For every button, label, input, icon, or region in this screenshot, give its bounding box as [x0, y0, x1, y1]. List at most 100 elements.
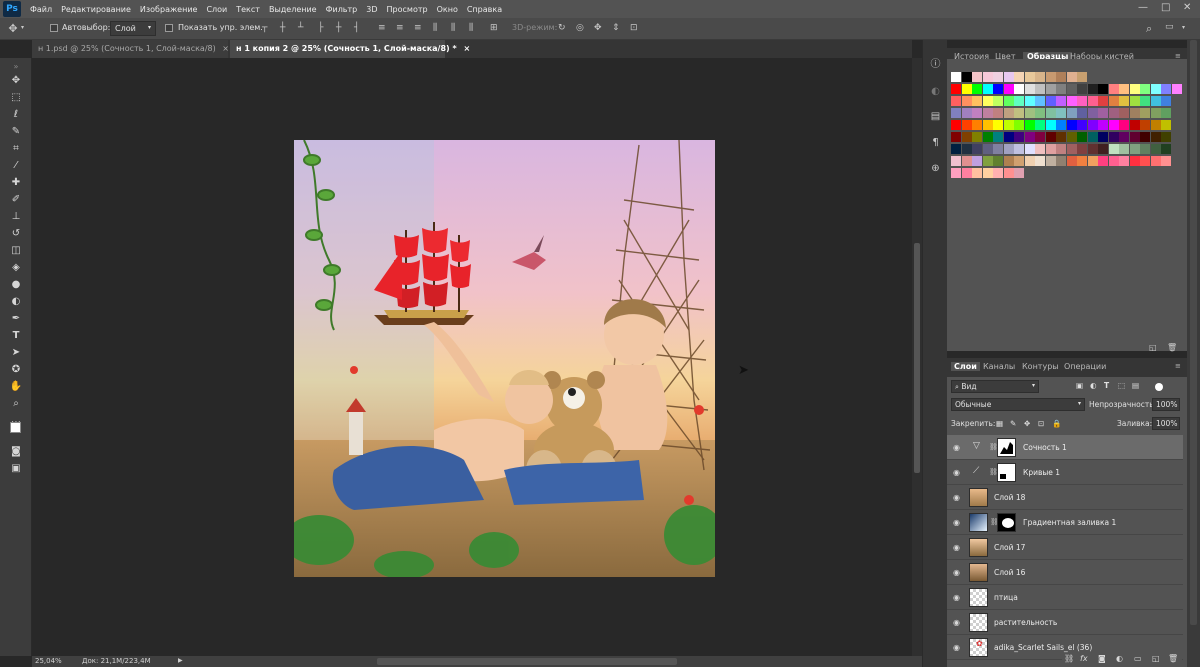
- color-swatch[interactable]: [1066, 120, 1077, 130]
- paragraph-icon[interactable]: ¶: [929, 136, 942, 149]
- status-menu-arrow-icon[interactable]: ▶: [178, 657, 183, 664]
- layer-thumbnail[interactable]: [969, 538, 988, 557]
- layer-row[interactable]: ◉ ⟋ ⛓ Кривые 1: [947, 460, 1183, 485]
- color-swatch[interactable]: [1077, 144, 1087, 154]
- color-swatch[interactable]: [1003, 84, 1014, 94]
- color-swatch[interactable]: [1066, 132, 1077, 142]
- lock-artboard-icon[interactable]: ⊡: [1038, 419, 1044, 428]
- color-swatch[interactable]: [972, 84, 982, 94]
- info-icon[interactable]: ⓘ: [929, 58, 942, 71]
- screen-mode-icon[interactable]: ▣: [9, 462, 23, 476]
- color-swatch[interactable]: [1056, 108, 1066, 118]
- color-swatch[interactable]: [951, 132, 961, 142]
- auto-align-icon[interactable]: ⊞: [490, 23, 498, 33]
- tab-layers[interactable]: Слои: [951, 362, 980, 371]
- layer-name[interactable]: Слой 17: [994, 543, 1025, 552]
- color-swatch[interactable]: [1014, 108, 1024, 118]
- color-swatch[interactable]: [982, 108, 993, 118]
- menu-filter[interactable]: Фильтр: [326, 5, 358, 14]
- menu-3d[interactable]: 3D: [366, 5, 377, 14]
- color-swatch[interactable]: [1150, 120, 1161, 130]
- color-swatch[interactable]: [972, 156, 982, 166]
- layer-row[interactable]: ◉ Слой 16: [947, 560, 1183, 585]
- align-right-icon[interactable]: ┤: [354, 23, 359, 33]
- color-swatch[interactable]: [1077, 72, 1087, 82]
- new-layer-icon[interactable]: ◱: [1152, 654, 1160, 663]
- brush-tool-icon[interactable]: ✐: [9, 193, 23, 207]
- color-swatch[interactable]: [1077, 108, 1087, 118]
- color-swatch[interactable]: [961, 132, 972, 142]
- menu-help[interactable]: Справка: [467, 5, 502, 14]
- color-swatch[interactable]: [1045, 132, 1056, 142]
- color-swatch[interactable]: [1045, 156, 1056, 166]
- color-swatch[interactable]: [1014, 96, 1024, 106]
- color-swatch[interactable]: [1119, 120, 1129, 130]
- link-icon[interactable]: ⛓: [1064, 654, 1074, 663]
- new-swatch-icon[interactable]: ◱: [1149, 343, 1157, 352]
- show-controls-checkbox[interactable]: [165, 24, 173, 32]
- maximize-button[interactable]: □: [1161, 2, 1170, 13]
- color-swatch[interactable]: [1119, 108, 1129, 118]
- color-swatch[interactable]: [1087, 132, 1098, 142]
- tab-document-1[interactable]: н 1.psd @ 25% (Сочность 1, Слой-маска/8)…: [32, 40, 229, 58]
- color-swatch[interactable]: [1119, 84, 1129, 94]
- close-icon[interactable]: ×: [222, 44, 229, 53]
- color-swatch[interactable]: [1066, 96, 1077, 106]
- color-swatch[interactable]: [1098, 108, 1108, 118]
- color-swatch[interactable]: [1150, 156, 1161, 166]
- color-swatch[interactable]: [1129, 108, 1140, 118]
- color-swatch[interactable]: [1108, 120, 1119, 130]
- color-swatch[interactable]: [1098, 120, 1108, 130]
- filter-toggle[interactable]: [1155, 383, 1163, 391]
- color-swatch[interactable]: [1045, 108, 1056, 118]
- color-swatch[interactable]: [972, 144, 982, 154]
- color-swatch[interactable]: [993, 132, 1003, 142]
- color-swatch[interactable]: [1087, 144, 1098, 154]
- collapse-icon[interactable]: »: [9, 60, 23, 74]
- color-swatch[interactable]: [1129, 120, 1140, 130]
- color-swatch[interactable]: [951, 84, 961, 94]
- properties-icon[interactable]: ◐: [929, 85, 942, 98]
- healing-brush-tool-icon[interactable]: ✚: [9, 176, 23, 190]
- rotate-3d-icon[interactable]: ↻: [558, 23, 566, 33]
- layer-mask-thumbnail[interactable]: [997, 463, 1016, 482]
- foreground-color-swatch[interactable]: [10, 422, 21, 433]
- lock-position-icon[interactable]: ✥: [1024, 419, 1030, 428]
- menu-select[interactable]: Выделение: [269, 5, 317, 14]
- folder-icon[interactable]: ▭: [1134, 654, 1142, 663]
- color-swatch[interactable]: [993, 156, 1003, 166]
- color-swatch[interactable]: [951, 156, 961, 166]
- color-swatch[interactable]: [1035, 72, 1045, 82]
- color-swatch[interactable]: [1045, 84, 1056, 94]
- layer-name[interactable]: Слой 16: [994, 568, 1025, 577]
- scrollbar-thumb[interactable]: [1190, 40, 1197, 625]
- color-swatch[interactable]: [1119, 96, 1129, 106]
- color-swatch[interactable]: [1045, 96, 1056, 106]
- tab-paths[interactable]: Контуры: [1022, 362, 1059, 371]
- eraser-tool-icon[interactable]: ◫: [9, 244, 23, 258]
- filter-shape-icon[interactable]: ⬚: [1118, 381, 1125, 390]
- color-swatch[interactable]: [1045, 144, 1056, 154]
- color-swatch[interactable]: [972, 120, 982, 130]
- filter-smart-object-icon[interactable]: ▤: [1132, 381, 1139, 390]
- layer-thumbnail[interactable]: [969, 563, 988, 582]
- color-swatch[interactable]: [1035, 108, 1045, 118]
- layer-mask-thumbnail[interactable]: [997, 513, 1016, 532]
- close-icon[interactable]: ×: [463, 44, 470, 53]
- crop-tool-icon[interactable]: ⌗: [9, 142, 23, 156]
- autoselect-checkbox[interactable]: [50, 24, 58, 32]
- layer-mask-thumbnail[interactable]: [997, 438, 1016, 457]
- color-swatch[interactable]: [1108, 84, 1119, 94]
- eye-icon[interactable]: ◉: [952, 443, 961, 452]
- menu-image[interactable]: Изображение: [140, 5, 198, 14]
- layer-thumbnail[interactable]: [969, 613, 988, 632]
- scale-3d-icon[interactable]: ⊡: [630, 23, 638, 33]
- slide-3d-icon[interactable]: ⇕: [612, 23, 620, 33]
- mask-icon[interactable]: ◙: [1098, 654, 1106, 663]
- color-swatch[interactable]: [1140, 132, 1150, 142]
- distribute-left-icon[interactable]: ⫼: [433, 23, 437, 33]
- blend-mode-dropdown[interactable]: Обычные ▾: [951, 398, 1085, 411]
- menu-file[interactable]: Файл: [30, 5, 52, 14]
- document-image[interactable]: [294, 140, 715, 577]
- color-swatch[interactable]: [961, 108, 972, 118]
